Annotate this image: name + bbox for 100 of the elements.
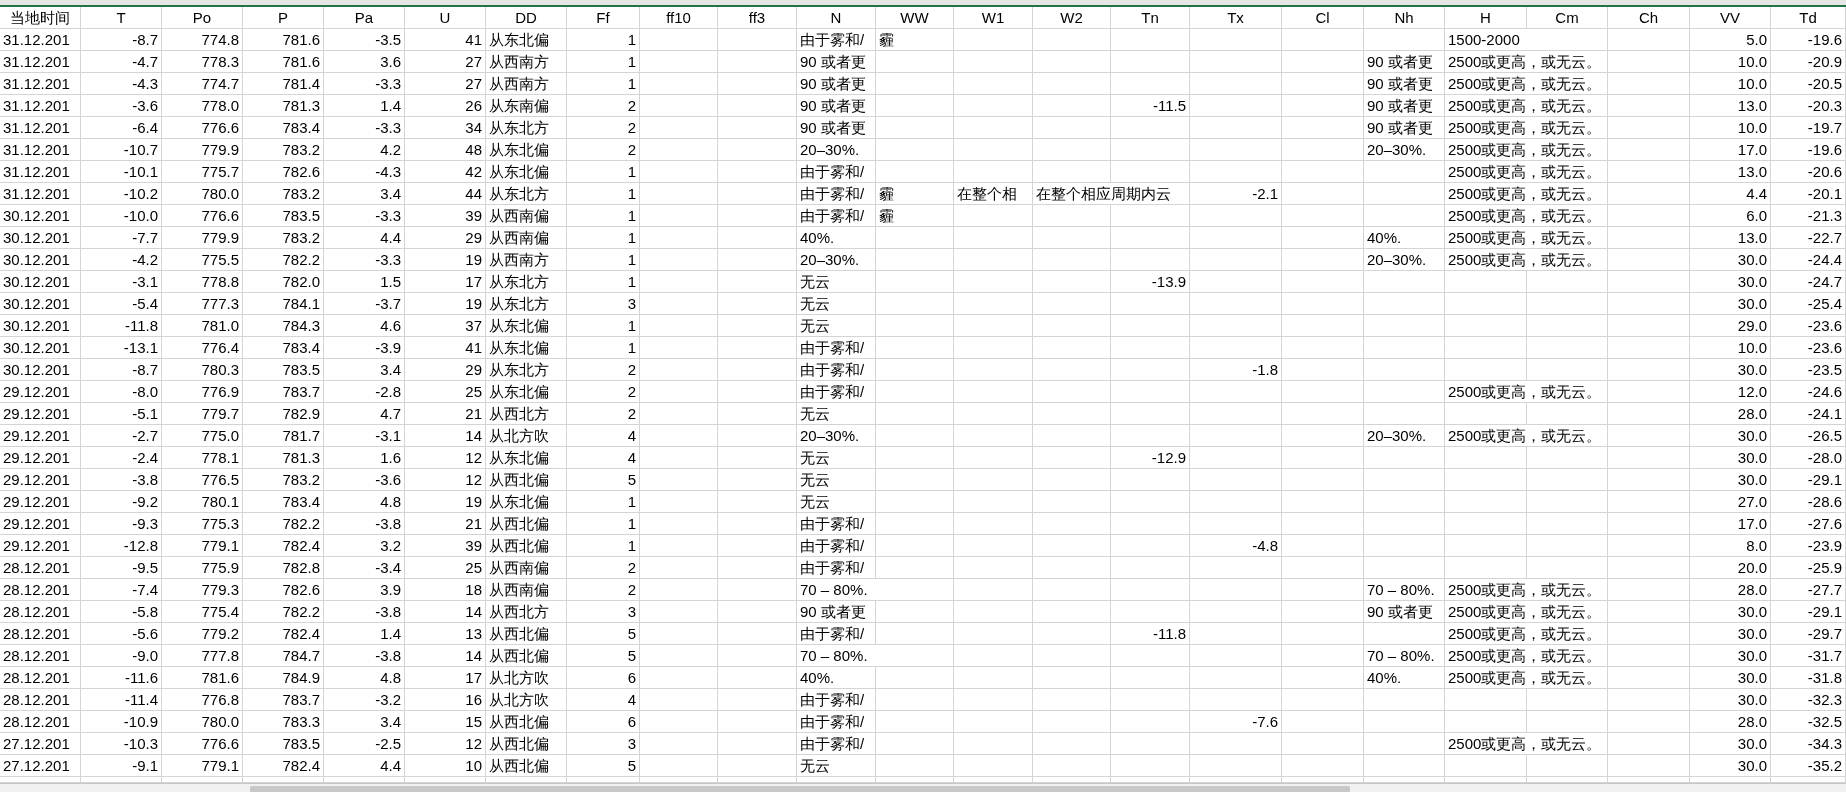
table-cell: 779.7 bbox=[162, 403, 243, 425]
table-cell: 14 bbox=[405, 601, 486, 623]
table-cell: 779.9 bbox=[162, 139, 243, 161]
table-cell: 41 bbox=[405, 337, 486, 359]
table-cell: 1 bbox=[567, 491, 640, 513]
table-cell: -22.7 bbox=[1771, 227, 1846, 249]
table-cell: 2 bbox=[567, 403, 640, 425]
table-cell: 从西北偏 bbox=[486, 755, 567, 777]
table-cell: 霾 bbox=[876, 29, 954, 51]
table-cell: 778.1 bbox=[162, 447, 243, 469]
table-cell: 8.0 bbox=[1690, 535, 1771, 557]
table-cell: 90 或者更 bbox=[1364, 601, 1445, 623]
table-cell: -4.2 bbox=[81, 249, 162, 271]
table-cell: 4 bbox=[567, 447, 640, 469]
table-cell: 28.12.201 bbox=[0, 557, 81, 579]
header-cell: Ch bbox=[1608, 7, 1690, 29]
table-cell: 30.12.201 bbox=[0, 359, 81, 381]
table-cell: 由于雾和/ bbox=[797, 183, 876, 205]
table-cell: 10.0 bbox=[1690, 117, 1771, 139]
table-cell: 29.12.201 bbox=[0, 469, 81, 491]
table-cell: 784.3 bbox=[243, 315, 324, 337]
table-cell: -12.9 bbox=[1111, 447, 1190, 469]
table-cell: 781.3 bbox=[243, 447, 324, 469]
table-cell: -8.7 bbox=[81, 359, 162, 381]
table-cell: 从北方吹 bbox=[486, 667, 567, 689]
table-cell: 90 或者更 bbox=[1364, 51, 1445, 73]
table-cell: 784.7 bbox=[243, 645, 324, 667]
table-cell: 783.4 bbox=[243, 337, 324, 359]
table-cell: 25 bbox=[405, 557, 486, 579]
header-cell: Tn bbox=[1111, 7, 1190, 29]
table-cell: 2500或更高，或无云。 bbox=[1445, 645, 1608, 667]
table-cell: -20.9 bbox=[1771, 51, 1846, 73]
table-cell: 781.7 bbox=[243, 425, 324, 447]
header-cell: W1 bbox=[954, 7, 1033, 29]
table-cell: -20.3 bbox=[1771, 95, 1846, 117]
table-cell: -11.4 bbox=[81, 689, 162, 711]
table-cell: 1 bbox=[567, 51, 640, 73]
table-cell: 2 bbox=[567, 557, 640, 579]
table-cell: 4.4 bbox=[324, 227, 405, 249]
table-cell: -10.7 bbox=[81, 139, 162, 161]
table-cell: 30.0 bbox=[1690, 469, 1771, 491]
table-cell: 1.6 bbox=[324, 447, 405, 469]
table-cell: 霾 bbox=[876, 183, 954, 205]
table-cell: 2500或更高，或无云。 bbox=[1445, 601, 1608, 623]
table-cell: 28.0 bbox=[1690, 403, 1771, 425]
header-cell: Cl bbox=[1282, 7, 1364, 29]
table-cell: 5.0 bbox=[1690, 29, 1771, 51]
table-cell: -3.8 bbox=[324, 601, 405, 623]
table-cell: 从西南方 bbox=[486, 249, 567, 271]
table-cell: -3.3 bbox=[324, 117, 405, 139]
header-cell: H bbox=[1445, 7, 1527, 29]
table-cell: 776.5 bbox=[162, 469, 243, 491]
table-cell: 30.0 bbox=[1690, 733, 1771, 755]
table-cell: 28.12.201 bbox=[0, 689, 81, 711]
table-cell: 1 bbox=[567, 73, 640, 95]
table-cell: -3.3 bbox=[324, 73, 405, 95]
table-cell: 42 bbox=[405, 161, 486, 183]
horizontal-scrollbar[interactable] bbox=[250, 785, 1350, 792]
table-cell: 3.4 bbox=[324, 711, 405, 733]
table-cell: 从西北偏 bbox=[486, 513, 567, 535]
table-cell: -3.6 bbox=[81, 95, 162, 117]
table-cell: 70 – 80%. bbox=[797, 579, 954, 601]
header-cell: DD bbox=[486, 7, 567, 29]
table-cell: -13.1 bbox=[81, 337, 162, 359]
table-cell: -7.7 bbox=[81, 227, 162, 249]
header-cell: T bbox=[81, 7, 162, 29]
table-cell: -10.1 bbox=[81, 161, 162, 183]
table-cell: 777.3 bbox=[162, 293, 243, 315]
table-cell: -20.1 bbox=[1771, 183, 1846, 205]
table-cell: 782.2 bbox=[243, 601, 324, 623]
table-cell: 4.4 bbox=[324, 755, 405, 777]
table-cell: -1.8 bbox=[1190, 359, 1282, 381]
table-cell: -10.2 bbox=[81, 183, 162, 205]
table-cell: 12 bbox=[405, 733, 486, 755]
table-cell: 由于雾和/ bbox=[797, 161, 876, 183]
table-cell: 17.0 bbox=[1690, 139, 1771, 161]
table-cell: -24.1 bbox=[1771, 403, 1846, 425]
table-cell: 31.12.201 bbox=[0, 29, 81, 51]
table-cell: 2500或更高，或无云。 bbox=[1445, 139, 1608, 161]
table-cell: 29.0 bbox=[1690, 315, 1771, 337]
table-cell: 31.12.201 bbox=[0, 51, 81, 73]
table-cell: 31.12.201 bbox=[0, 95, 81, 117]
table-cell: -35.2 bbox=[1771, 755, 1846, 777]
table-cell: 由于雾和/ bbox=[797, 205, 876, 227]
table-cell: 从西南偏 bbox=[486, 205, 567, 227]
table-cell: 29.12.201 bbox=[0, 447, 81, 469]
table-cell: 霾 bbox=[876, 205, 954, 227]
table-cell: 781.6 bbox=[243, 51, 324, 73]
table-cell: 30.0 bbox=[1690, 755, 1771, 777]
table-cell: 27.12.201 bbox=[0, 733, 81, 755]
table-cell: 1 bbox=[567, 535, 640, 557]
table-cell: 20–30%. bbox=[1364, 249, 1445, 271]
table-cell: 778.3 bbox=[162, 51, 243, 73]
table-cell: -28.0 bbox=[1771, 447, 1846, 469]
table-cell: 10.0 bbox=[1690, 337, 1771, 359]
table-cell: 30.0 bbox=[1690, 249, 1771, 271]
table-cell: 6 bbox=[567, 667, 640, 689]
table-cell: -32.3 bbox=[1771, 689, 1846, 711]
table-cell: 27 bbox=[405, 51, 486, 73]
table-cell: -24.6 bbox=[1771, 381, 1846, 403]
